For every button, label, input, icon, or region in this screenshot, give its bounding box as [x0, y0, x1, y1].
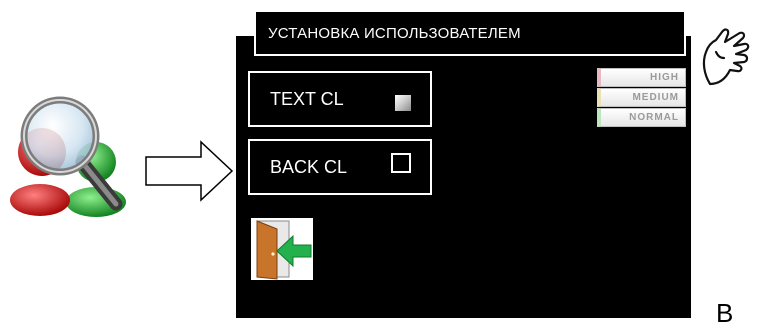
level-normal-button[interactable]: NORMAL: [597, 108, 686, 127]
corner-text: В: [716, 298, 734, 328]
back-color-option[interactable]: BACK CL: [248, 139, 432, 195]
exit-door-icon: [256, 220, 312, 280]
text-color-option[interactable]: TEXT CL: [248, 71, 432, 127]
user-search-icon: [4, 92, 134, 220]
back-color-label: BACK CL: [270, 157, 348, 177]
text-color-swatch: [395, 95, 411, 111]
page-title: УСТАНОВКА ИСПОЛЬЗОВАТЕЛЕМ: [268, 25, 521, 42]
level-medium-button[interactable]: MEDIUM: [597, 88, 686, 107]
title-box: УСТАНОВКА ИСПОЛЬЗОВАТЕЛЕМ: [254, 12, 686, 56]
exit-button[interactable]: [251, 218, 313, 280]
right-arrow-icon: [143, 140, 235, 202]
back-color-swatch: [391, 153, 411, 173]
text-color-label: TEXT CL: [270, 89, 344, 109]
pointing-hand-icon: [698, 22, 756, 96]
level-high-button[interactable]: HIGH: [597, 68, 686, 87]
